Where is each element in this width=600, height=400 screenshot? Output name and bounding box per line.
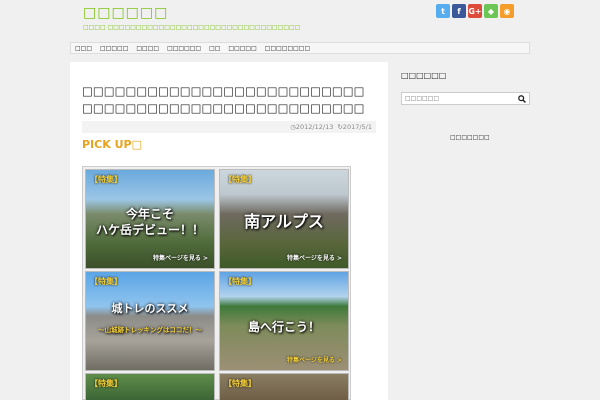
pickup-tile-6[interactable]: 【特集】	[219, 373, 349, 400]
facebook-icon[interactable]: f	[452, 4, 466, 18]
nav-item-3[interactable]: □□□□□□	[167, 45, 201, 52]
search-icon[interactable]	[518, 94, 526, 103]
tile-link: 特集ページを見る >	[287, 357, 342, 364]
site-description: □□□□ □□□□□□□□□□□□□□□□□□□□□□□□□□□□□□□□□□	[83, 24, 301, 31]
updated-date: ↻2017/5/1	[337, 123, 372, 131]
sidebar-widget-title: □□□□□□□	[450, 134, 490, 141]
search-input[interactable]	[405, 95, 510, 102]
pickup-tile-5[interactable]: 【特集】	[85, 373, 215, 400]
tile-headline: 島へ行こう！	[247, 320, 320, 334]
tile-subheadline: ～山城跡トレッキングはココだ！～	[98, 326, 202, 334]
tile-link: 特集ページを見る >	[153, 255, 208, 262]
main-content: □□□□□□□□□□□□□□□□□□□□□□□□□□□□□□□□□□□□□□□□…	[70, 62, 388, 400]
tile-tag: 【特集】	[224, 277, 256, 286]
sidebar-search-title: □□□□□□	[401, 71, 447, 80]
pickup-tile-minami-alps[interactable]: 【特集】 南アルプス 特集ページを見る >	[219, 169, 349, 269]
nav-item-4[interactable]: □□	[209, 45, 220, 52]
nav-item-0[interactable]: □□□	[75, 45, 92, 52]
tile-tag: 【特集】	[90, 277, 122, 286]
tile-tag: 【特集】	[224, 379, 256, 388]
tile-tag: 【特集】	[90, 175, 122, 184]
tile-headline: 今年こそ ハケ岳デビュー！！	[95, 207, 204, 237]
tile-link: 特集ページを見る >	[287, 255, 342, 262]
pickup-tile-shiro-tore[interactable]: 【特集】 城トレのススメ ～山城跡トレッキングはココだ！～	[85, 271, 215, 371]
tile-tag: 【特集】	[224, 175, 256, 184]
site-title[interactable]: □□□□□□	[83, 5, 168, 21]
social-links: t f G+ ◆ ◉	[436, 4, 514, 18]
main-nav: □□□ □□□□□ □□□□ □□□□□□ □□ □□□□□ □□□□□□□□	[70, 42, 530, 54]
pickup-grid: 【特集】 今年こそ ハケ岳デビュー！！ 特集ページを見る > 【特集】 南アルプ…	[82, 166, 351, 400]
feedly-icon[interactable]: ◆	[484, 4, 498, 18]
post-dates: ◷2012/12/13 ↻2017/5/1	[82, 121, 376, 133]
pickup-tile-shima[interactable]: 【特集】 島へ行こう！ 特集ページを見る >	[219, 271, 349, 371]
pickup-heading: PICK UP□	[82, 138, 142, 151]
nav-item-1[interactable]: □□□□□	[100, 45, 128, 52]
search-box	[401, 92, 530, 105]
tile-headline: 南アルプス	[244, 212, 324, 231]
twitter-icon[interactable]: t	[436, 4, 450, 18]
published-date: ◷2012/12/13	[290, 123, 334, 131]
tile-tag: 【特集】	[90, 379, 122, 388]
nav-item-5[interactable]: □□□□□	[228, 45, 256, 52]
tile-headline: 城トレのススメ	[111, 302, 189, 315]
google-plus-icon[interactable]: G+	[468, 4, 482, 18]
pickup-tile-yatsugatake[interactable]: 【特集】 今年こそ ハケ岳デビュー！！ 特集ページを見る >	[85, 169, 215, 269]
rss-icon[interactable]: ◉	[500, 4, 514, 18]
nav-item-6[interactable]: □□□□□□□□	[265, 45, 310, 52]
nav-item-2[interactable]: □□□□	[136, 45, 159, 52]
